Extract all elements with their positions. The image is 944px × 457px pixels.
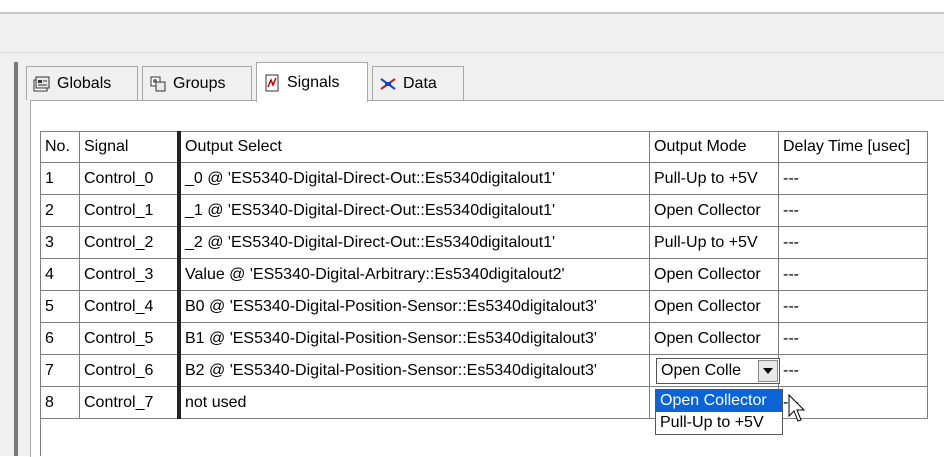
combobox-value: Open Colle: [661, 362, 742, 379]
cell-signal[interactable]: Control_1: [79, 194, 180, 227]
cell-signal[interactable]: Control_2: [79, 226, 180, 259]
table-row[interactable]: 5 Control_4 B0 @ 'ES5340-Digital-Positio…: [40, 290, 928, 323]
tab-signals[interactable]: Signals: [256, 62, 368, 102]
tab-data[interactable]: Data: [372, 66, 464, 100]
cell-output-mode[interactable]: Open Collector: [649, 290, 779, 323]
cell-output-mode[interactable]: Pull-Up to +5V: [649, 162, 779, 195]
cell-output-select[interactable]: B1 @ 'ES5340-Digital-Position-Sensor::Es…: [177, 322, 650, 355]
tab-data-label: Data: [403, 74, 437, 92]
tab-groups[interactable]: Groups: [142, 66, 252, 100]
dropdown-option-pull-up[interactable]: Pull-Up to +5V: [656, 412, 782, 434]
cell-no: 3: [40, 226, 80, 259]
cell-output-mode[interactable]: Pull-Up to +5V: [649, 226, 779, 259]
table-row[interactable]: 4 Control_3 Value @ 'ES5340-Digital-Arbi…: [40, 258, 928, 291]
signals-icon: [263, 74, 281, 92]
cell-output-select[interactable]: B2 @ 'ES5340-Digital-Position-Sensor::Es…: [177, 354, 650, 387]
combobox-dropdown-button[interactable]: [758, 360, 778, 382]
col-header-no[interactable]: No.: [40, 131, 80, 163]
cell-output-select[interactable]: not used: [177, 386, 650, 419]
col-header-output-mode[interactable]: Output Mode: [649, 131, 779, 163]
table-row[interactable]: 1 Control_0 _0 @ 'ES5340-Digital-Direct-…: [40, 162, 928, 195]
cell-delay[interactable]: ---: [778, 354, 928, 387]
cell-output-select[interactable]: Value @ 'ES5340-Digital-Arbitrary::Es534…: [177, 258, 650, 291]
col-header-signal[interactable]: Signal: [79, 131, 180, 163]
cell-output-select[interactable]: _2 @ 'ES5340-Digital-Direct-Out::Es5340d…: [177, 226, 650, 259]
mouse-cursor-icon: [788, 394, 806, 422]
table-header-row: No. Signal Output Select Output Mode Del…: [40, 131, 928, 163]
cell-signal[interactable]: Control_7: [79, 386, 180, 419]
cell-signal[interactable]: Control_3: [79, 258, 180, 291]
cell-output-mode[interactable]: Open Collector: [649, 194, 779, 227]
tab-globals-label: Globals: [57, 74, 112, 92]
cell-output-select[interactable]: _1 @ 'ES5340-Digital-Direct-Out::Es5340d…: [177, 194, 650, 227]
tab-globals[interactable]: Globals: [26, 66, 138, 100]
col-header-output-select[interactable]: Output Select: [177, 131, 650, 163]
groups-icon: [149, 75, 167, 93]
col-header-delay-time[interactable]: Delay Time [usec]: [778, 131, 928, 163]
cell-signal[interactable]: Control_4: [79, 290, 180, 323]
tab-groups-label: Groups: [173, 74, 226, 92]
cell-signal[interactable]: Control_5: [79, 322, 180, 355]
cell-no: 7: [40, 354, 80, 387]
cell-output-mode[interactable]: Open Collector: [649, 258, 779, 291]
cell-output-select[interactable]: B0 @ 'ES5340-Digital-Position-Sensor::Es…: [177, 290, 650, 323]
cell-delay[interactable]: ---: [778, 322, 928, 355]
table-row[interactable]: 3 Control_2 _2 @ 'ES5340-Digital-Direct-…: [40, 226, 928, 259]
cell-no: 2: [40, 194, 80, 227]
cell-delay[interactable]: ---: [778, 162, 928, 195]
cell-signal[interactable]: Control_6: [79, 354, 180, 387]
cell-output-select[interactable]: _0 @ 'ES5340-Digital-Direct-Out::Es5340d…: [177, 162, 650, 195]
signals-table: No. Signal Output Select Output Mode Del…: [40, 131, 928, 419]
top-bar: [0, 0, 944, 14]
cell-no: 4: [40, 258, 80, 291]
cell-no: 8: [40, 386, 80, 419]
cell-signal[interactable]: Control_0: [79, 162, 180, 195]
dropdown-option-open-collector[interactable]: Open Collector: [656, 390, 782, 412]
cell-delay[interactable]: ---: [778, 194, 928, 227]
cell-delay[interactable]: ---: [778, 226, 928, 259]
output-mode-dropdown-list: Open Collector Pull-Up to +5V: [655, 389, 783, 435]
table-row[interactable]: 7 Control_6 B2 @ 'ES5340-Digital-Positio…: [40, 354, 928, 387]
chevron-down-icon: [763, 368, 773, 374]
left-splitter[interactable]: [14, 62, 18, 456]
cell-delay[interactable]: ---: [778, 290, 928, 323]
cell-no: 1: [40, 162, 80, 195]
table-row[interactable]: 6 Control_5 B1 @ 'ES5340-Digital-Positio…: [40, 322, 928, 355]
globals-icon: [33, 75, 51, 93]
cell-no: 5: [40, 290, 80, 323]
data-icon: [379, 75, 397, 93]
output-mode-combobox[interactable]: Open Colle: [656, 358, 780, 384]
cell-no: 6: [40, 322, 80, 355]
cell-delay[interactable]: ---: [778, 258, 928, 291]
tab-signals-label: Signals: [287, 73, 340, 91]
table-row[interactable]: 2 Control_1 _1 @ 'ES5340-Digital-Direct-…: [40, 194, 928, 227]
cell-output-mode[interactable]: Open Collector: [649, 322, 779, 355]
panel-separator: [0, 52, 944, 53]
